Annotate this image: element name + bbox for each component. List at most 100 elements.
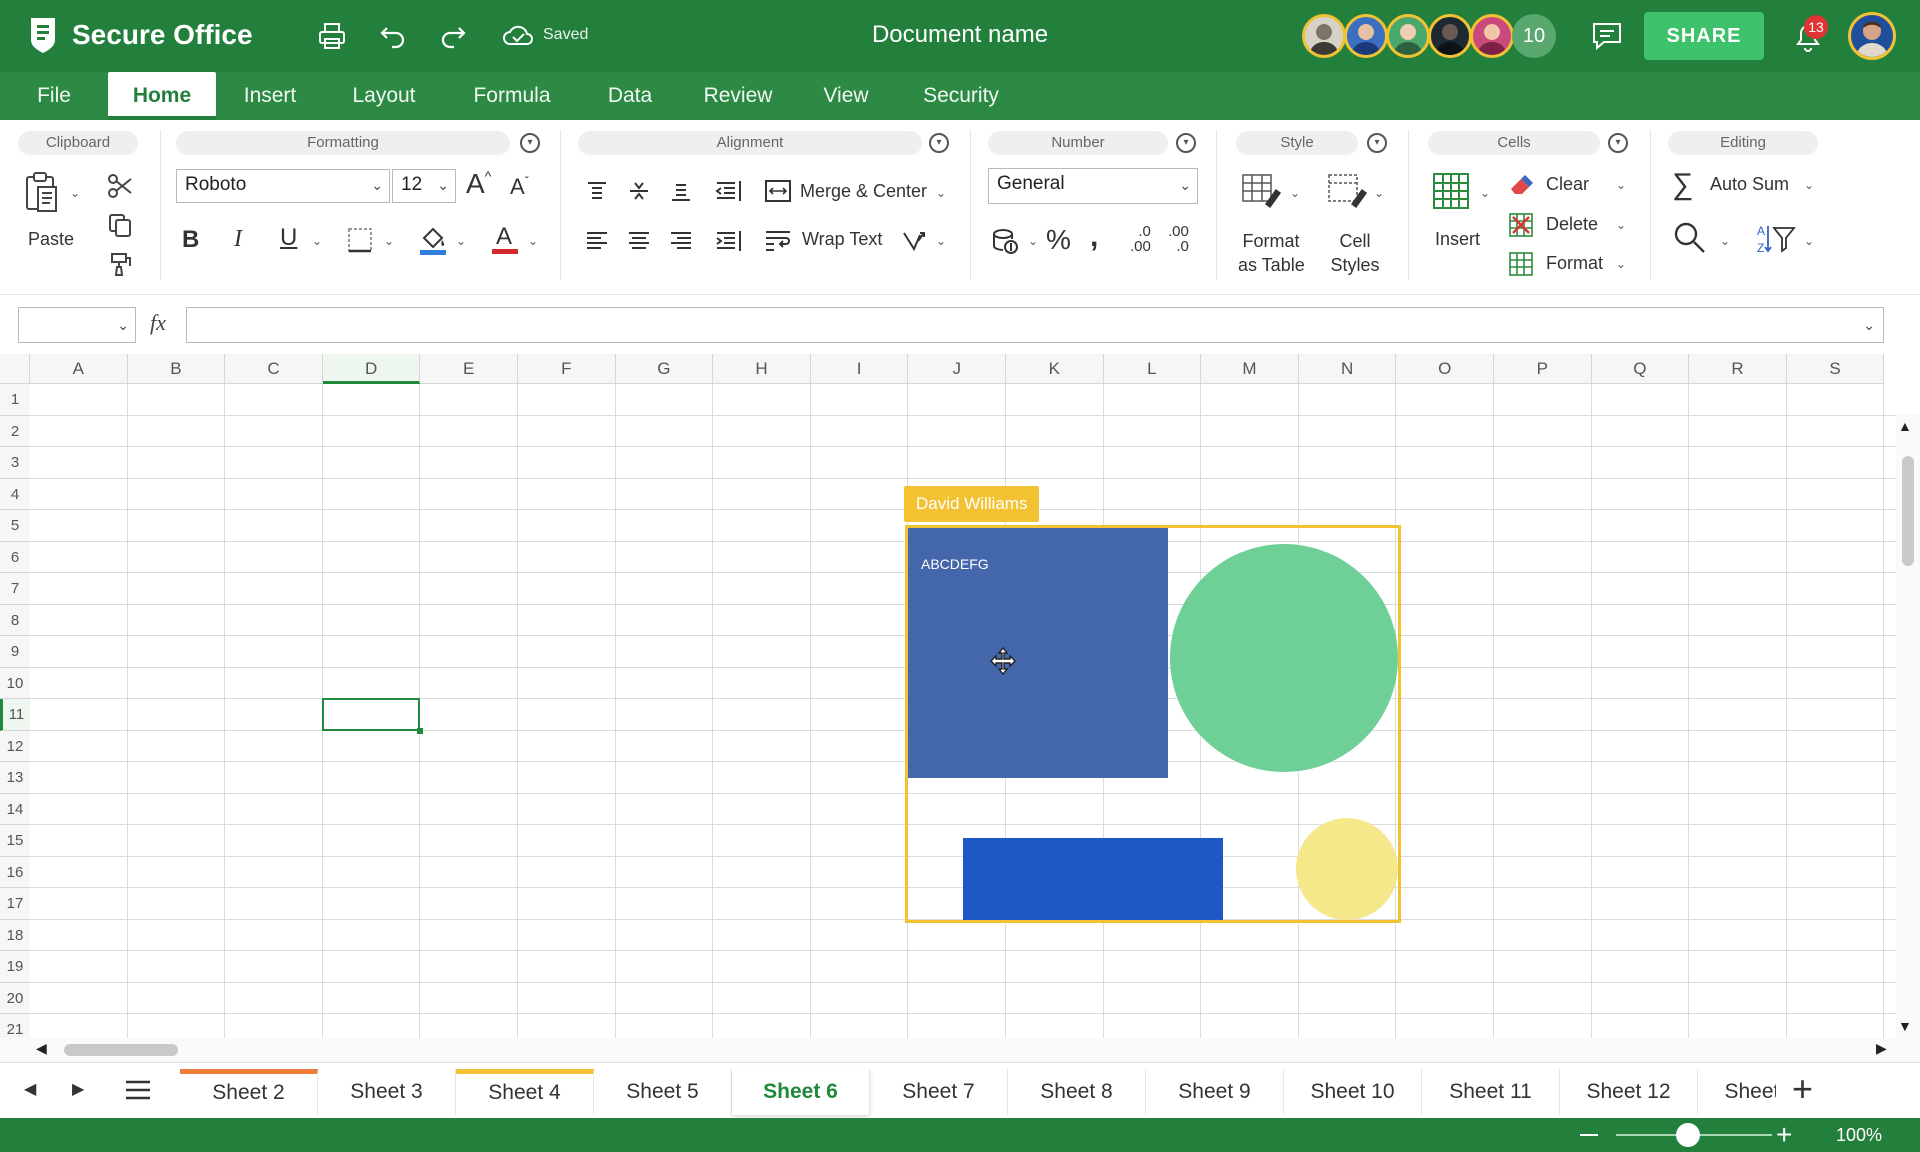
column-header[interactable]: S <box>1786 354 1885 384</box>
font-name-select[interactable]: Roboto ⌄ <box>176 169 390 203</box>
number-more-icon[interactable]: ▾ <box>1176 133 1196 153</box>
row-header[interactable]: 20 <box>0 982 30 1014</box>
row-header[interactable]: 12 <box>0 730 30 762</box>
sheet-tab[interactable]: Sheet 5 <box>594 1069 732 1115</box>
font-color-icon[interactable]: A <box>490 222 520 256</box>
column-header[interactable]: A <box>30 354 128 384</box>
wrap-text-icon[interactable] <box>764 228 792 254</box>
column-header[interactable]: K <box>1006 354 1104 384</box>
row-header[interactable]: 7 <box>0 573 30 605</box>
collaborator-count-badge[interactable]: 10 <box>1512 14 1556 58</box>
user-avatar[interactable] <box>1848 12 1896 60</box>
decrease-indent-icon[interactable] <box>714 178 742 204</box>
menu-home[interactable]: Home <box>108 72 216 120</box>
column-header[interactable]: E <box>420 354 518 384</box>
sort-filter-dropdown-icon[interactable]: ⌄ <box>1802 234 1816 248</box>
collaborator-avatar[interactable] <box>1344 14 1388 58</box>
font-color-dropdown-icon[interactable]: ⌄ <box>526 234 540 248</box>
decrease-font-icon[interactable]: Aˇ <box>510 174 529 200</box>
redo-icon[interactable] <box>438 20 468 50</box>
sheet-tab[interactable]: Sheet 4 <box>456 1069 594 1115</box>
menu-data[interactable]: Data <box>596 72 664 120</box>
column-header[interactable]: J <box>908 354 1006 384</box>
menu-review[interactable]: Review <box>694 72 782 120</box>
format-as-table-dropdown-icon[interactable]: ⌄ <box>1288 186 1302 200</box>
merge-center-dropdown-icon[interactable]: ⌄ <box>934 186 948 200</box>
column-header[interactable]: I <box>810 354 909 384</box>
row-header[interactable]: 16 <box>0 856 30 888</box>
text-orientation-dropdown-icon[interactable]: ⌄ <box>934 234 948 248</box>
paste-label[interactable]: Paste <box>28 229 74 250</box>
clear-label[interactable]: Clear <box>1546 174 1589 195</box>
column-header[interactable]: L <box>1103 354 1202 384</box>
fill-handle[interactable] <box>417 727 424 734</box>
column-header[interactable]: H <box>713 354 811 384</box>
format-dropdown-icon[interactable]: ⌄ <box>1614 257 1628 271</box>
shape-blue-rectangle[interactable] <box>963 838 1223 920</box>
align-middle-icon[interactable] <box>626 178 652 204</box>
scroll-up-arrow-icon[interactable]: ▲ <box>1898 418 1912 434</box>
column-header[interactable]: B <box>127 354 226 384</box>
menu-file[interactable]: File <box>22 72 86 120</box>
menu-view[interactable]: View <box>814 72 878 120</box>
row-header[interactable]: 9 <box>0 636 30 668</box>
find-dropdown-icon[interactable]: ⌄ <box>1718 234 1732 248</box>
next-sheet-icon[interactable]: ▶ <box>72 1079 84 1099</box>
sheet-tab[interactable]: Sheet 2 <box>180 1069 318 1115</box>
underline-icon[interactable]: U <box>280 224 297 252</box>
clear-dropdown-icon[interactable]: ⌄ <box>1614 178 1628 192</box>
cut-icon[interactable] <box>106 172 134 200</box>
delete-cells-icon[interactable] <box>1508 212 1534 238</box>
row-header[interactable]: 8 <box>0 604 30 636</box>
auto-sum-icon[interactable]: ∑ <box>1672 168 1693 202</box>
zoom-out-icon[interactable] <box>1580 1134 1598 1136</box>
share-button[interactable]: SHARE <box>1644 12 1764 60</box>
zoom-slider-thumb[interactable] <box>1676 1123 1700 1147</box>
fill-color-dropdown-icon[interactable]: ⌄ <box>454 234 468 248</box>
horizontal-scroll-thumb[interactable] <box>64 1044 178 1056</box>
column-header[interactable]: R <box>1689 354 1787 384</box>
undo-icon[interactable] <box>378 20 408 50</box>
accounting-format-icon[interactable] <box>990 226 1020 256</box>
sheet-tab[interactable]: Sheet 3 <box>318 1069 456 1115</box>
sheet-tab[interactable]: Sheet 13 <box>1698 1069 1776 1115</box>
format-as-table-icon[interactable] <box>1240 170 1282 210</box>
insert-cells-icon[interactable] <box>1430 170 1472 212</box>
align-right-icon[interactable] <box>668 228 694 254</box>
column-header[interactable]: O <box>1396 354 1494 384</box>
increase-decimal-icon[interactable]: .0.00 <box>1130 224 1151 254</box>
column-header[interactable]: G <box>615 354 714 384</box>
merge-center-label[interactable]: Merge & Center <box>800 181 927 202</box>
menu-insert[interactable]: Insert <box>232 72 308 120</box>
auto-sum-dropdown-icon[interactable]: ⌄ <box>1802 178 1816 192</box>
shape-blue-square[interactable]: ABCDEFG <box>908 528 1168 778</box>
sheet-tab[interactable]: Sheet 12 <box>1560 1069 1698 1115</box>
borders-icon[interactable] <box>346 226 374 254</box>
collaborator-avatar[interactable] <box>1428 14 1472 58</box>
copy-icon[interactable] <box>106 211 134 239</box>
cell-styles-label[interactable]: Cell Styles <box>1322 229 1388 277</box>
sheet-tab[interactable]: Sheet 7 <box>870 1069 1008 1115</box>
column-header[interactable]: N <box>1298 354 1397 384</box>
column-header[interactable]: F <box>518 354 616 384</box>
clear-eraser-icon[interactable] <box>1508 172 1534 198</box>
sheets-menu-icon[interactable] <box>124 1079 152 1101</box>
row-header[interactable]: 14 <box>0 793 30 825</box>
align-bottom-icon[interactable] <box>668 178 694 204</box>
align-top-icon[interactable] <box>584 178 610 204</box>
print-icon[interactable] <box>316 20 348 52</box>
merge-center-icon[interactable] <box>764 178 792 204</box>
collaborator-avatar[interactable] <box>1386 14 1430 58</box>
column-header[interactable]: C <box>225 354 323 384</box>
column-header[interactable]: D <box>322 354 421 384</box>
row-header[interactable]: 2 <box>0 415 30 447</box>
sort-filter-icon[interactable]: AZ <box>1756 222 1796 256</box>
vertical-scroll-thumb[interactable] <box>1902 456 1914 566</box>
sheet-tab[interactable]: Sheet 6 <box>732 1069 870 1115</box>
fx-icon[interactable]: fx <box>150 310 166 336</box>
row-header[interactable]: 3 <box>0 447 30 479</box>
row-header[interactable]: 6 <box>0 541 30 573</box>
format-as-table-label[interactable]: Format as Table <box>1238 229 1305 277</box>
scroll-left-arrow-icon[interactable]: ◀ <box>36 1040 47 1057</box>
accounting-dropdown-icon[interactable]: ⌄ <box>1026 234 1040 248</box>
